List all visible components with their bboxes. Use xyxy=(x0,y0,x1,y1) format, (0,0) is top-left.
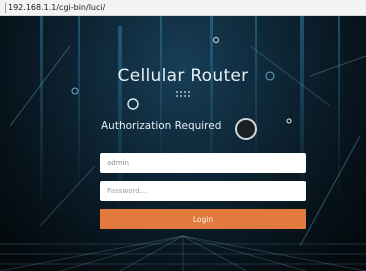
address-bar-divider xyxy=(5,3,6,13)
login-button[interactable]: Login xyxy=(100,209,306,229)
username-input[interactable] xyxy=(100,153,306,173)
login-background: Cellular Router Authorization Required L… xyxy=(0,16,366,271)
page-title: Cellular Router xyxy=(117,66,249,86)
auth-heading: Authorization Required xyxy=(101,120,222,132)
decorative-background xyxy=(0,16,366,271)
browser-address-bar[interactable]: 192.168.1.1/cgi-bin/luci/ xyxy=(0,0,366,16)
address-url[interactable]: 192.168.1.1/cgi-bin/luci/ xyxy=(8,3,105,13)
password-input[interactable] xyxy=(100,181,306,201)
